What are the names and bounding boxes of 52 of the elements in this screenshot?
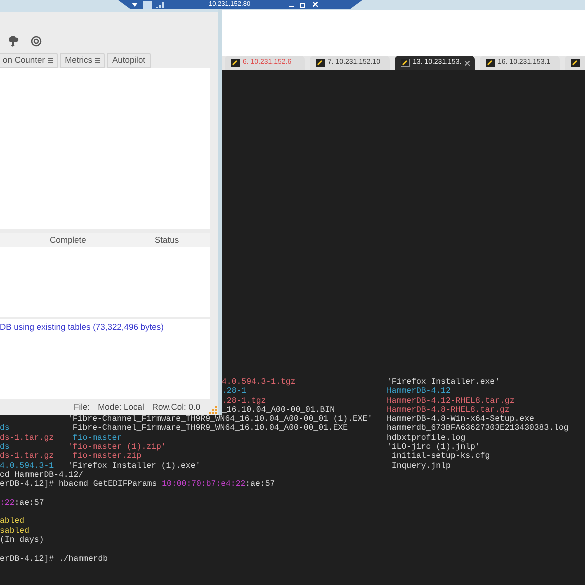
- terminal-text: fio-master: [72, 434, 122, 443]
- restore-icon[interactable]: [300, 2, 306, 8]
- terminal-text: erDB-4.12]# hbacmd GetEDIFParams: [0, 480, 158, 490]
- terminal-text: 4.0.594.3-1.tgz: [222, 378, 296, 387]
- terminal-text: :22: [0, 498, 15, 508]
- menu-icon: [95, 58, 100, 63]
- terminal-text: fio-master.zip: [72, 452, 142, 462]
- target-icon[interactable]: [31, 36, 42, 48]
- terminal-text: ds-1.tar.gz: [0, 452, 54, 462]
- terminal-text: HammerDB-4.12-RHEL8.tar.gz: [387, 396, 515, 406]
- log-message: DB using existing tables (73,322,496 bytes): [0, 321, 165, 334]
- terminal-text: ds: [0, 443, 10, 452]
- status-text: Mode: Local: [98, 400, 144, 414]
- terminal-text: ds-1.tar.gz: [0, 434, 54, 443]
- terminal-text: HammerDB-4.8-Win-x64-Setup.exe: [387, 415, 534, 424]
- terminal-text: 10:00:70:b7:e4:22: [162, 480, 246, 490]
- column-header[interactable]: Status: [140, 234, 180, 247]
- resize-grip-icon[interactable]: [208, 406, 217, 414]
- cloud-icon[interactable]: [7, 36, 19, 48]
- terminal-text: sabled: [0, 526, 30, 536]
- terminal-text: _16.10.04_A00-00_01.BIN: [222, 406, 336, 415]
- close-icon[interactable]: [464, 60, 470, 66]
- terminal-text: erDB-4.12]# ./hammerdb: [0, 554, 108, 564]
- panel-tab[interactable]: Autopilot: [107, 52, 151, 68]
- panel-tab[interactable]: on Counter: [0, 52, 58, 68]
- panel-tab[interactable]: Metrics: [60, 52, 106, 68]
- terminal-text: HammerDB-4.8-RHEL8.tar.gz: [387, 406, 510, 415]
- terminal-text: 'fio-master (1).zip': [68, 443, 166, 452]
- terminal-text: HammerDB-4.12: [387, 387, 451, 397]
- terminal-text: hdbxtprofile.log: [387, 434, 466, 443]
- terminal-text: Fibre-Channel_Firmware_TH9R9_WN64_16.10.04_A00-00_01.EXE: [72, 424, 348, 434]
- menu-icon: [48, 58, 54, 63]
- terminal-text: hammerdb_673BFA63627303E213430383.log: [387, 424, 569, 434]
- terminal-text: 'iLO-jirc (1).jnlp': [387, 443, 480, 452]
- terminal-text: 4.0.594.3-1: [0, 462, 54, 471]
- terminal-text: initial-setup-ks.cfg: [390, 452, 490, 462]
- terminal-text: (In days): [0, 536, 44, 546]
- terminal-text: :ae:57: [14, 498, 44, 508]
- terminal-text: 'Firefox Installer.exe': [387, 378, 500, 388]
- status-text: Row.Col: 0.0: [152, 400, 201, 414]
- terminal-text: ds: [0, 424, 10, 434]
- terminal-text: Inquery.jnlp: [390, 462, 451, 471]
- column-header[interactable]: Complete: [0, 234, 140, 247]
- terminal-text: .28-1: [222, 387, 247, 396]
- status-text: File:: [74, 400, 90, 414]
- terminal-text: cd HammerDB-4.12/: [0, 470, 84, 480]
- terminal-text: abled: [0, 517, 25, 527]
- terminal-text: :ae:57: [246, 480, 276, 490]
- terminal-text: .28-1.tgz: [222, 396, 266, 406]
- terminal-text: 'Firefox Installer (1).exe': [68, 462, 201, 471]
- caret-icon[interactable]: [132, 2, 138, 6]
- terminal-text: 'Fibre-Channel_Firmware_TH9R9_WN64_16.10.04_A00-00_01 (1).EXE': [68, 415, 373, 424]
